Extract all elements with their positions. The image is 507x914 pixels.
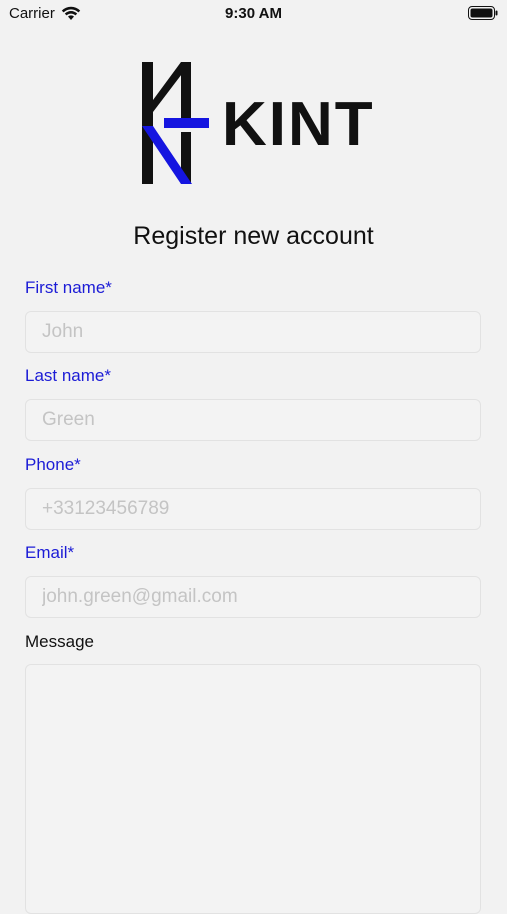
- status-bar: Carrier 9:30 AM: [0, 0, 507, 28]
- email-label: Email*: [25, 543, 75, 562]
- logo-wordmark: KINT: [222, 90, 375, 159]
- last-name-input[interactable]: [25, 399, 481, 441]
- kint-logo-mark: [142, 62, 209, 184]
- message-label: Message: [25, 632, 94, 651]
- phone-input[interactable]: [25, 488, 481, 530]
- page-title: Register new account: [133, 222, 374, 250]
- kint-logo: KINT: [140, 60, 373, 186]
- clock: 9:30 AM: [225, 5, 282, 22]
- phone-label: Phone*: [25, 455, 81, 474]
- last-name-label: Last name*: [25, 366, 111, 385]
- first-name-label: First name*: [25, 278, 112, 297]
- message-textarea[interactable]: [25, 664, 481, 914]
- battery-icon: [468, 6, 498, 20]
- first-name-input[interactable]: [25, 311, 481, 353]
- email-input[interactable]: [25, 576, 481, 618]
